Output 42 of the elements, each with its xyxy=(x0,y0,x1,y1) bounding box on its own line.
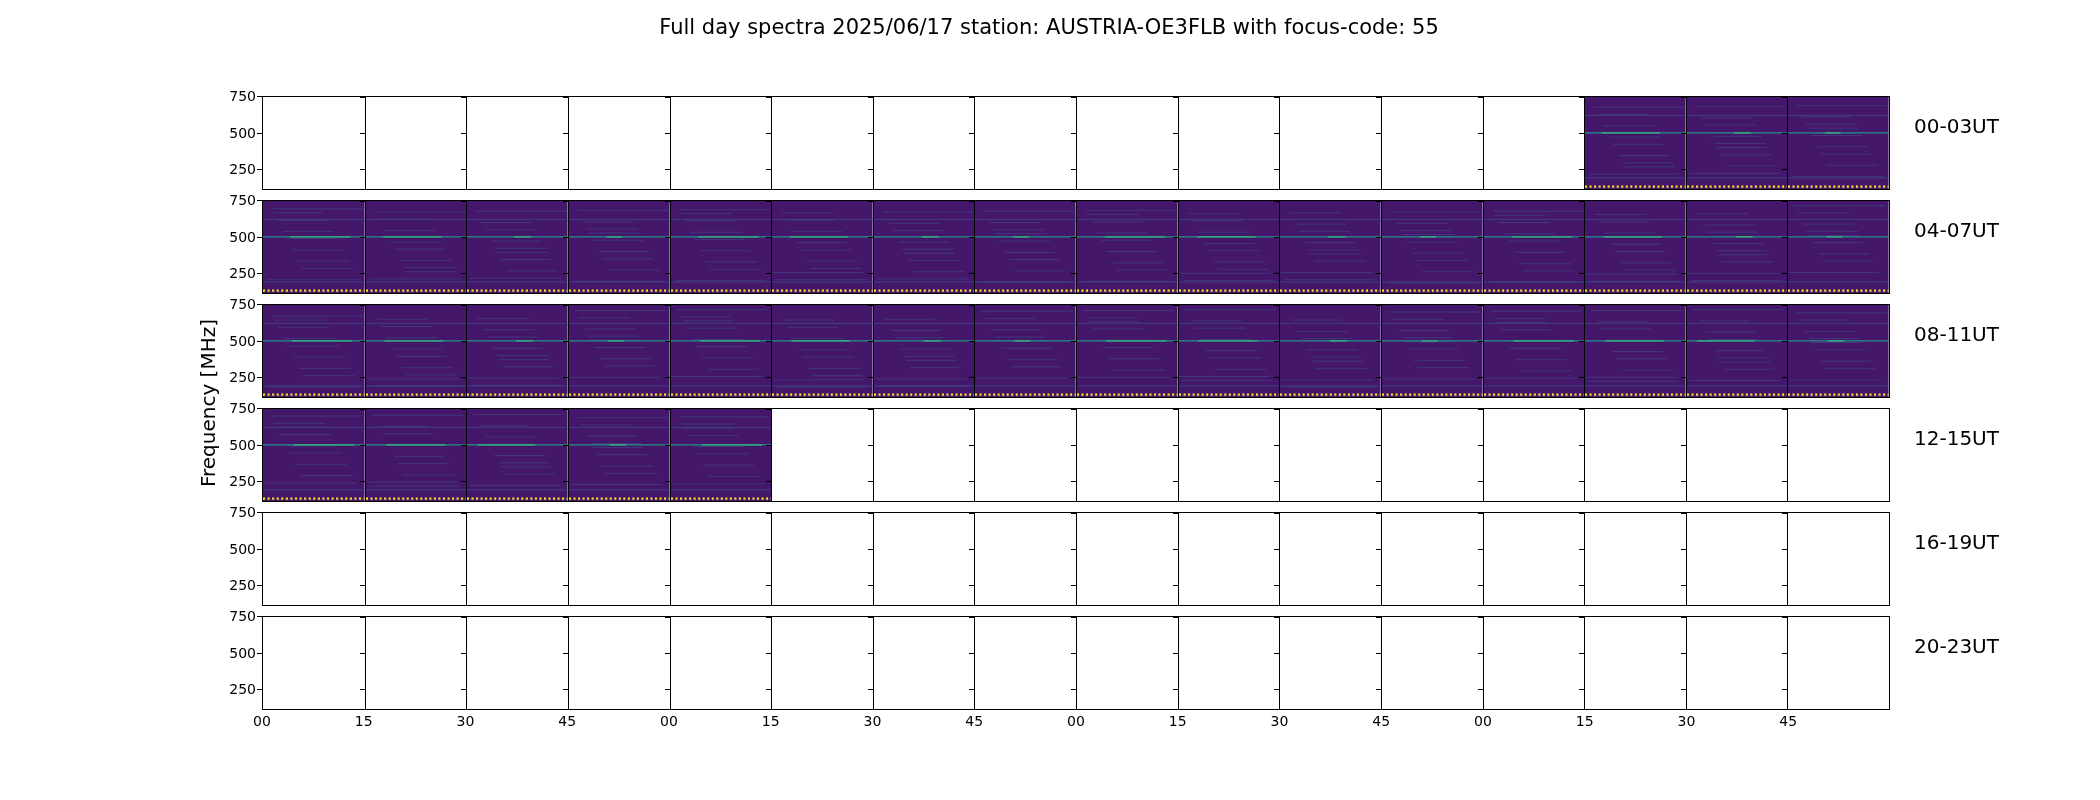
time-range-label: 04-07UT xyxy=(1913,217,2000,242)
time-range-label: 00-03UT xyxy=(1913,113,2000,138)
x-tick-label: 30 xyxy=(456,712,475,730)
x-tick-label: 00 xyxy=(660,712,678,730)
y-tick-label: 500 xyxy=(229,332,256,349)
x-tick-label: 45 xyxy=(558,712,577,730)
figure-title: Full day spectra 2025/06/17 station: AUSTRIA-OE3FLB with focus-code: 55 xyxy=(659,14,1439,40)
y-tick-label: 750 xyxy=(229,608,256,624)
y-tick-label: 250 xyxy=(229,577,256,594)
y-tick-label: 750 xyxy=(229,192,256,208)
x-tick-label: 45 xyxy=(1372,712,1391,730)
y-tick-label: 500 xyxy=(229,228,256,245)
time-range-label: 20-23UT xyxy=(1913,633,2000,658)
y-tick-label: 250 xyxy=(229,473,256,490)
y-tick-label: 500 xyxy=(229,436,256,453)
y-tick-label: 250 xyxy=(229,681,256,698)
y-tick-label: 750 xyxy=(229,504,256,520)
x-tick-label: 00 xyxy=(1067,712,1085,730)
time-range-label: 16-19UT xyxy=(1913,529,2000,554)
y-tick-label: 500 xyxy=(229,124,256,141)
x-tick-label: 45 xyxy=(1779,712,1798,730)
y-tick-label: 500 xyxy=(229,540,256,557)
y-tick-label: 250 xyxy=(229,161,256,178)
x-tick-label: 15 xyxy=(761,712,780,730)
y-tick-label: 500 xyxy=(229,644,256,661)
time-range-label: 08-11UT xyxy=(1913,321,2000,346)
y-tick-label: 250 xyxy=(229,265,256,282)
x-tick-label: 30 xyxy=(863,712,882,730)
y-axis-label: Frequency [MHz] xyxy=(196,318,220,488)
x-tick-label: 30 xyxy=(1677,712,1696,730)
y-tick-label: 750 xyxy=(229,88,256,104)
y-tick-label: 750 xyxy=(229,400,256,416)
x-tick-label: 15 xyxy=(1168,712,1187,730)
x-tick-label: 00 xyxy=(1474,712,1492,730)
x-tick-label: 45 xyxy=(965,712,984,730)
time-range-label: 12-15UT xyxy=(1913,425,2000,450)
x-tick-label: 00 xyxy=(253,712,271,730)
y-tick-label: 750 xyxy=(229,296,256,312)
y-tick-label: 250 xyxy=(229,369,256,386)
x-tick-label: 15 xyxy=(354,712,373,730)
x-tick-label: 15 xyxy=(1575,712,1594,730)
x-tick-label: 30 xyxy=(1270,712,1289,730)
